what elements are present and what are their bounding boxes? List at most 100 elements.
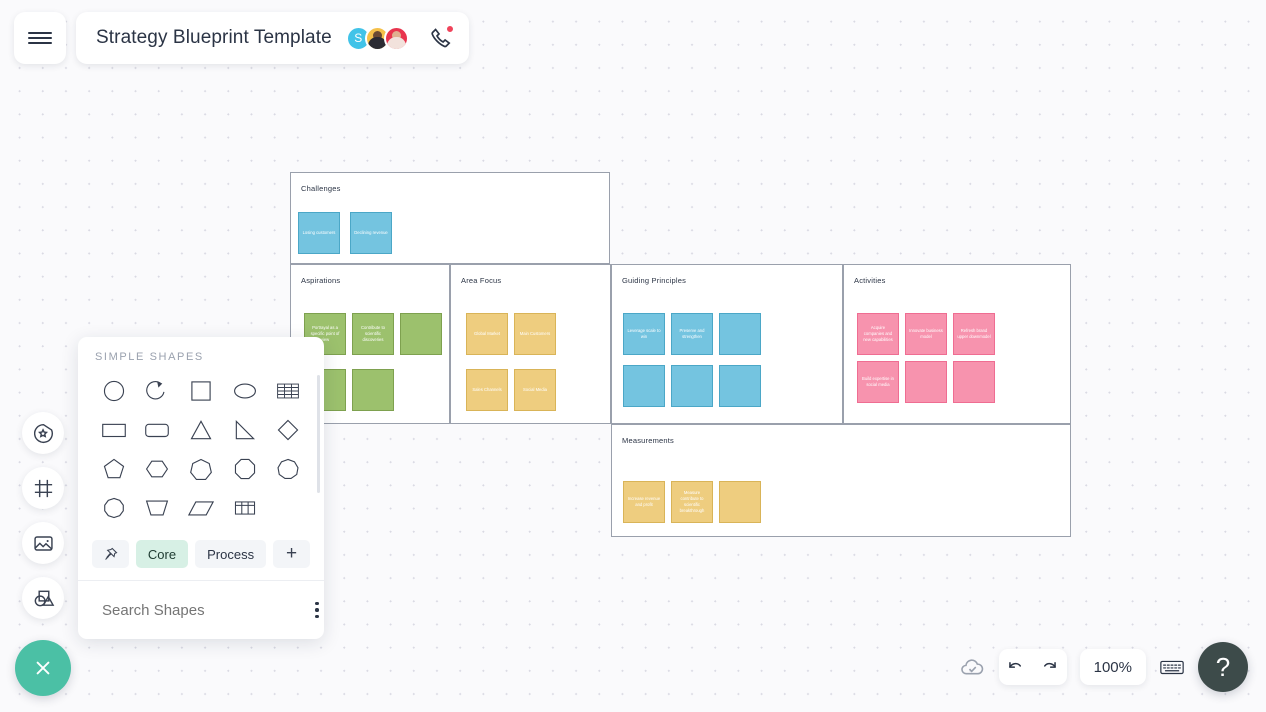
shape-rounded-rectangle[interactable] (136, 414, 180, 445)
collaborator-avatars: S (345, 25, 409, 51)
shape-parallelogram[interactable] (179, 492, 223, 523)
sidebar-item-image[interactable] (22, 522, 64, 564)
sticky-note[interactable]: Global Market (466, 313, 508, 355)
nonagon-icon (277, 458, 299, 479)
sticky-note[interactable] (671, 365, 713, 407)
sticky-note[interactable]: Contribute to scientific discoveries (352, 313, 394, 355)
left-toolbar (22, 412, 64, 619)
table-rows-icon (277, 383, 300, 398)
rounded-rectangle-icon (145, 423, 170, 437)
add-category-button[interactable]: + (273, 540, 310, 568)
sticky-note[interactable]: Build expertise in social media (857, 361, 899, 403)
triangle-icon (190, 419, 212, 439)
sidebar-item-frame[interactable] (22, 467, 64, 509)
diamond-icon (277, 419, 299, 440)
sticky-note[interactable]: Measure contribute to scientific breakth… (671, 481, 713, 523)
top-bar: Strategy Blueprint Template S (14, 12, 469, 64)
sticky-note[interactable] (719, 365, 761, 407)
sticky-note[interactable]: Increase revenue and profit (623, 481, 665, 523)
heptagon-icon (190, 458, 212, 480)
keyboard-shortcuts-button[interactable] (1159, 657, 1185, 677)
shape-table-grid[interactable] (223, 492, 267, 523)
shape-search-row (78, 581, 324, 639)
frame-guiding-principles[interactable]: Guiding Principles Leverage scale to win… (611, 264, 843, 424)
sidebar-item-shapes-library[interactable] (22, 412, 64, 454)
hamburger-menu-button[interactable] (14, 12, 66, 64)
tab-pinned[interactable] (92, 540, 129, 568)
frame-title: Activities (854, 276, 886, 285)
history-controls (998, 649, 1067, 685)
trapezoid-icon (146, 500, 169, 515)
shape-trapezoid[interactable] (136, 492, 180, 523)
cloud-check-icon (960, 658, 983, 674)
frame-measurements[interactable]: Measurements Increase revenue and profit… (611, 424, 1071, 537)
sticky-note[interactable]: Innovate business model (905, 313, 947, 355)
frame-activities[interactable]: Activities Acquire companies and new cap… (843, 264, 1071, 424)
shape-table-rows[interactable] (266, 375, 310, 406)
page-title[interactable]: Strategy Blueprint Template (96, 27, 332, 49)
help-button[interactable]: ? (1198, 642, 1248, 692)
sticky-note[interactable] (719, 481, 761, 523)
frame-area-focus[interactable]: Area Focus Global Market Main Customers … (450, 264, 611, 424)
ellipse-icon (233, 383, 256, 398)
sticky-note[interactable]: Preserve and strengthen (671, 313, 713, 355)
sidebar-item-shape-tools[interactable] (22, 577, 64, 619)
shape-square[interactable] (179, 375, 223, 406)
sticky-note[interactable] (352, 369, 394, 411)
sticky-note[interactable]: Leverage scale to win (623, 313, 665, 355)
save-status-button[interactable] (959, 654, 986, 681)
tab-core[interactable]: Core (135, 540, 189, 568)
shape-ellipse[interactable] (223, 375, 267, 406)
sticky-note[interactable] (719, 313, 761, 355)
shapes-panel: SIMPLE SHAPES Core Process + Search Shap… (78, 337, 324, 639)
bottom-toolbar: 100% ? (959, 642, 1248, 692)
sticky-note[interactable]: Losing customers (298, 212, 340, 254)
sticky-note[interactable] (400, 313, 442, 355)
sticky-note[interactable]: Refresh brand upper downmodel (953, 313, 995, 355)
shape-octagon[interactable] (223, 453, 267, 484)
shape-decagon[interactable] (92, 492, 136, 523)
frame-title: Area Focus (461, 276, 502, 285)
hexagon-icon (146, 460, 169, 477)
undo-button[interactable] (999, 649, 1033, 685)
frame-challenges[interactable]: Challenges Losing customers Declining re… (290, 172, 610, 264)
sticky-note[interactable]: Acquire companies and new capabilities (857, 313, 899, 355)
sticky-note[interactable] (623, 365, 665, 407)
redo-button[interactable] (1033, 649, 1067, 685)
document-title-card: Strategy Blueprint Template S (76, 12, 469, 64)
shape-grid (78, 363, 324, 534)
close-panel-button[interactable] (15, 640, 71, 696)
decagon-icon (103, 497, 124, 518)
shape-nonagon[interactable] (266, 453, 310, 484)
zoom-level[interactable]: 100% (1080, 649, 1146, 685)
avatar[interactable] (383, 25, 409, 51)
sticky-note[interactable]: Main Customers (514, 313, 556, 355)
keyboard-icon (1160, 660, 1184, 675)
square-icon (191, 380, 211, 401)
shape-rectangle[interactable] (92, 414, 136, 445)
shape-pentagon[interactable] (92, 453, 136, 484)
frame-icon (34, 479, 52, 497)
sticky-note[interactable] (905, 361, 947, 403)
tab-process[interactable]: Process (195, 540, 267, 568)
shape-triangle[interactable] (179, 414, 223, 445)
sticky-note[interactable]: Declining revenue (350, 212, 392, 254)
sticky-note[interactable] (953, 361, 995, 403)
circle-icon (103, 380, 124, 401)
right-triangle-icon (235, 419, 255, 439)
sticky-note[interactable]: Social Media (514, 369, 556, 411)
shape-tools-icon (34, 590, 54, 606)
call-button[interactable] (429, 25, 454, 50)
kebab-menu-icon[interactable] (311, 598, 323, 623)
sticky-note[interactable]: Sales Channels (466, 369, 508, 411)
zoom-control[interactable]: 100% (1079, 649, 1146, 685)
shape-circle[interactable] (92, 375, 136, 406)
arc-icon (146, 380, 165, 399)
shape-arc[interactable] (136, 375, 180, 406)
shape-diamond[interactable] (266, 414, 310, 445)
shape-right-triangle[interactable] (223, 414, 267, 445)
shape-hexagon[interactable] (136, 453, 180, 484)
panel-scrollbar[interactable] (317, 375, 320, 493)
shape-heptagon[interactable] (179, 453, 223, 484)
search-input[interactable] (102, 601, 301, 619)
